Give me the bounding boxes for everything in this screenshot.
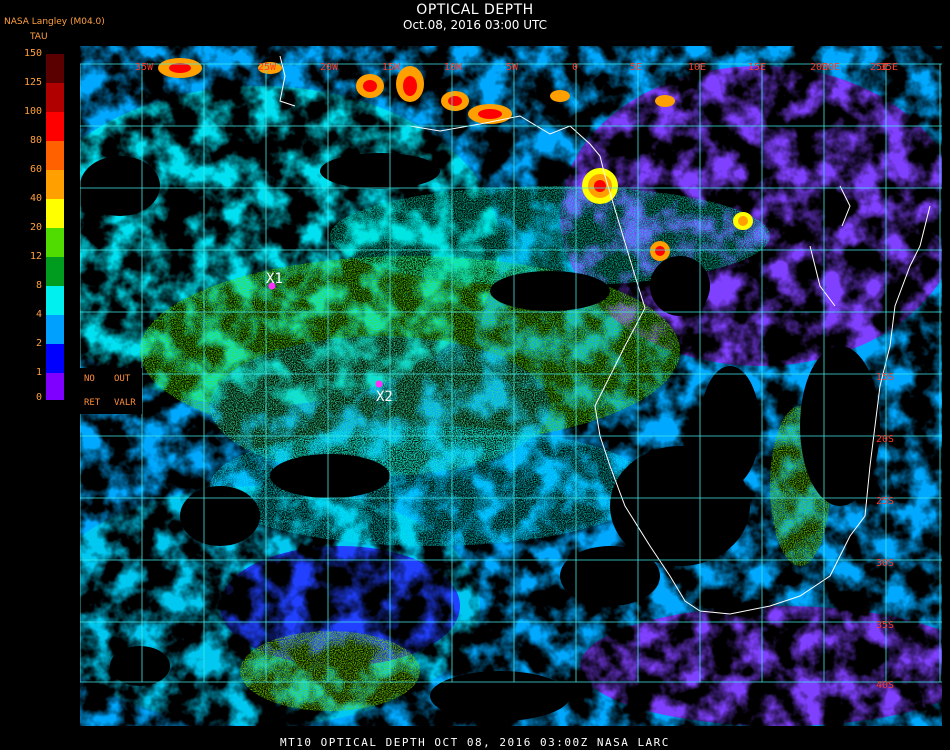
valr-label: VALR [114,398,136,408]
legend-tick: 2 [35,338,42,349]
legend-unit-label: TAU [30,32,48,42]
color-legend: 150 125 100 80 60 40 20 12 8 4 2 1 0 [0,48,80,408]
lon-label: 25W [258,62,277,73]
legend-tick: 80 [29,135,42,146]
legend-tick: 150 [23,48,42,59]
no-retrieval-box: NO OUT RET VALR [80,368,142,414]
legend-swatch-1 [46,54,64,83]
lat-label: 25S [876,496,894,507]
legend-tick: 8 [35,280,42,291]
legend-swatch-6 [46,199,64,228]
legend-swatch-12 [46,373,64,400]
producer-label: NASA Langley (M04.0) [4,17,105,27]
legend-tick: 0 [35,392,42,403]
footer-caption: MT10 OPTICAL DEPTH OCT 08, 2016 03:00Z N… [280,736,670,749]
map-title: OPTICAL DEPTH [416,2,534,18]
ret-label: RET [84,398,101,408]
legend-swatch-9 [46,286,64,315]
marker-label: X1 [266,271,283,287]
lat-label: 15S [876,372,894,383]
marker-x1: X1 [266,271,283,290]
legend-swatch-3 [46,112,64,141]
legend-tick: 1 [35,367,42,378]
legend-swatch-5 [46,170,64,199]
optical-depth-map: 35W 25W 20W 15W 10W 5W 0 5E 10E 15E 20E … [80,46,942,726]
legend-tick: 4 [35,309,42,320]
legend-swatch-10 [46,315,64,344]
legend-tick: 125 [23,77,42,88]
lat-label: 35S [876,620,894,631]
legend-tick: 20 [29,222,42,233]
lon-label: 15W [382,62,401,73]
legend-tick: 40 [29,193,42,204]
lon-label: 0 [572,62,578,73]
lat-label: 30S [876,558,894,569]
lon-label: 20W [320,62,339,73]
lon-label: 5E [630,62,642,73]
legend-swatch-11 [46,344,64,373]
lat-label: 20S [876,434,894,445]
no-label: NO [84,374,95,384]
lon-label: 10W [444,62,463,73]
legend-swatch-2 [46,83,64,112]
lon-label: 10E [688,62,706,73]
legend-swatch-8 [46,257,64,286]
lat-label: 40S [876,680,894,691]
legend-tick: 60 [29,164,42,175]
marker-label: X2 [376,389,393,405]
lon-label: 35E [880,62,898,73]
legend-swatch-4 [46,141,64,170]
lon-label: 5W [506,62,519,73]
map-timestamp: Oct.08, 2016 03:00 UTC [403,18,547,32]
lon-label: 35W [135,62,154,73]
marker-dot [375,380,383,388]
out-label: OUT [114,374,131,384]
lon-label: 15E [748,62,766,73]
lon-label: 30E [822,62,840,73]
legend-tick: 100 [23,106,42,117]
legend-swatch-7 [46,228,64,257]
legend-tick: 12 [29,251,42,262]
